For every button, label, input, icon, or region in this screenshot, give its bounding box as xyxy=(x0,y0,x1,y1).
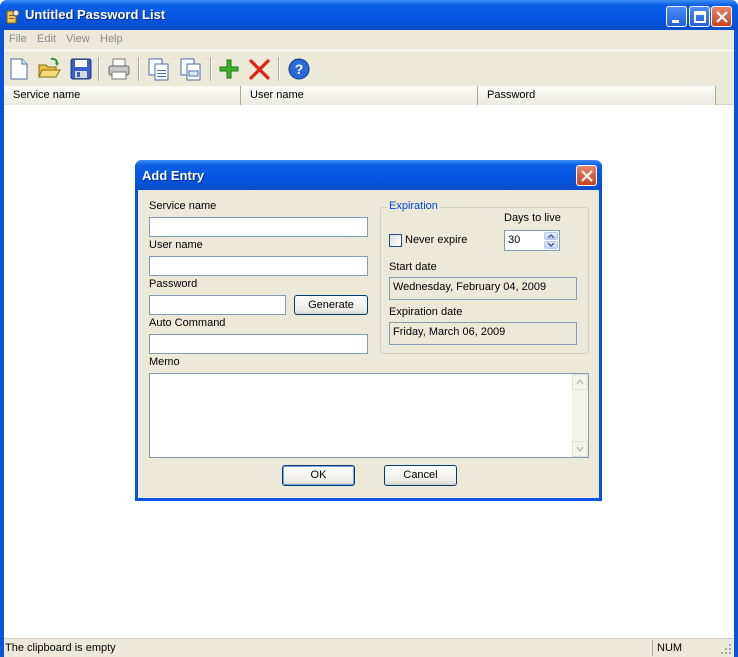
auto-command-label: Auto Command xyxy=(149,317,226,329)
title-bar[interactable]: Untitled Password List xyxy=(0,0,738,30)
menu-edit[interactable]: Edit xyxy=(37,33,56,45)
start-date-field: Wednesday, February 04, 2009 xyxy=(389,277,577,300)
minimize-icon xyxy=(672,20,679,23)
expiration-date-field: Friday, March 06, 2009 xyxy=(389,322,577,345)
toolbar-separator xyxy=(278,57,280,81)
toolbar-separator xyxy=(98,57,100,81)
window-title: Untitled Password List xyxy=(25,7,166,22)
print-icon[interactable] xyxy=(106,56,132,82)
menu-view[interactable]: View xyxy=(66,33,90,45)
never-expire-label[interactable]: Never expire xyxy=(405,234,467,246)
never-expire-checkbox[interactable] xyxy=(389,234,402,247)
service-name-label: Service name xyxy=(149,200,217,212)
open-folder-icon[interactable] xyxy=(36,56,62,82)
copy-user-icon[interactable] xyxy=(146,56,172,82)
spin-up-button[interactable] xyxy=(544,232,558,240)
dialog-title: Add Entry xyxy=(142,168,205,183)
cancel-button[interactable]: Cancel xyxy=(384,465,457,486)
chevron-up-icon xyxy=(547,233,555,239)
generate-button[interactable]: Generate xyxy=(294,295,368,315)
dialog-close-button[interactable] xyxy=(576,165,597,186)
close-icon xyxy=(581,170,593,182)
delete-entry-icon[interactable] xyxy=(247,56,273,82)
days-to-live-spinner[interactable]: 30 xyxy=(504,230,560,251)
chevron-up-icon xyxy=(576,378,584,385)
chevron-down-icon xyxy=(547,242,555,248)
spin-down-button[interactable] xyxy=(544,241,558,249)
service-name-field[interactable] xyxy=(149,217,368,237)
save-icon[interactable] xyxy=(68,56,94,82)
num-lock-indicator: NUM xyxy=(652,640,696,656)
memo-scrollbar[interactable] xyxy=(572,374,588,457)
days-to-live-value: 30 xyxy=(508,234,521,246)
column-service-name[interactable]: Service name xyxy=(4,86,241,105)
close-button[interactable] xyxy=(711,6,732,27)
copy-password-icon[interactable] xyxy=(178,56,204,82)
app-icon xyxy=(5,8,21,24)
status-bar: The clipboard is empty NUM xyxy=(4,638,734,657)
minimize-button[interactable] xyxy=(666,6,687,27)
toolbar: ? xyxy=(4,50,734,86)
scroll-down-button[interactable] xyxy=(572,441,588,457)
chevron-down-icon xyxy=(576,446,584,453)
scroll-up-button[interactable] xyxy=(572,374,588,390)
auto-command-field[interactable] xyxy=(149,334,368,354)
resize-grip-icon[interactable] xyxy=(720,643,732,655)
status-message: The clipboard is empty xyxy=(5,642,116,654)
close-icon xyxy=(716,11,728,23)
dialog-title-bar[interactable]: Add Entry xyxy=(135,160,602,190)
spinner-buttons xyxy=(544,232,558,249)
menu-bar: File Edit View Help xyxy=(4,30,734,50)
expiration-group-label: Expiration xyxy=(387,200,440,212)
toolbar-separator xyxy=(210,57,212,81)
svg-text:?: ? xyxy=(295,61,304,77)
dialog-body: Service name User name Password Generate… xyxy=(138,190,599,498)
column-user-name[interactable]: User name xyxy=(241,86,478,105)
maximize-button[interactable] xyxy=(689,6,710,27)
new-file-icon[interactable] xyxy=(6,56,32,82)
menu-file[interactable]: File xyxy=(9,33,27,45)
start-date-label: Start date xyxy=(389,261,437,273)
toolbar-separator xyxy=(138,57,140,81)
expiration-date-label: Expiration date xyxy=(389,306,463,318)
help-icon[interactable]: ? xyxy=(286,56,312,82)
menu-help[interactable]: Help xyxy=(100,33,123,45)
password-field[interactable] xyxy=(149,295,286,315)
add-entry-dialog: Add Entry Service name User name Passwor… xyxy=(135,160,602,501)
user-name-label: User name xyxy=(149,239,203,251)
memo-field[interactable] xyxy=(149,373,589,458)
user-name-field[interactable] xyxy=(149,256,368,276)
maximize-icon xyxy=(694,11,706,23)
ok-button[interactable]: OK xyxy=(282,465,355,486)
days-to-live-label: Days to live xyxy=(504,212,561,224)
password-label: Password xyxy=(149,278,198,290)
add-entry-icon[interactable] xyxy=(216,56,242,82)
memo-label: Memo xyxy=(149,356,180,368)
list-header: Service name User name Password xyxy=(4,86,734,105)
column-password[interactable]: Password xyxy=(478,86,716,105)
